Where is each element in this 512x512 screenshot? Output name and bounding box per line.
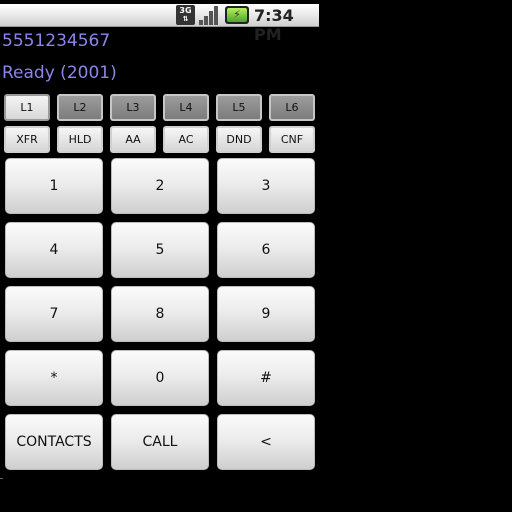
key-4[interactable]: 4 bbox=[5, 222, 103, 278]
line-button-l5[interactable]: L5 bbox=[216, 94, 262, 121]
ac-button[interactable]: AC bbox=[163, 126, 209, 153]
auto-answer-button[interactable]: AA bbox=[110, 126, 156, 153]
key-star[interactable]: * bbox=[5, 350, 103, 406]
data-activity-arrows: ⇅ bbox=[182, 15, 189, 23]
key-0[interactable]: 0 bbox=[111, 350, 209, 406]
line-button-l4[interactable]: L4 bbox=[163, 94, 209, 121]
line-button-l1[interactable]: L1 bbox=[4, 94, 50, 121]
key-9[interactable]: 9 bbox=[217, 286, 315, 342]
key-5[interactable]: 5 bbox=[111, 222, 209, 278]
key-hash[interactable]: # bbox=[217, 350, 315, 406]
clock: 7:34 PM bbox=[254, 6, 294, 44]
battery-bolt: ⚡ bbox=[227, 8, 247, 22]
do-not-disturb-button[interactable]: DND bbox=[216, 126, 262, 153]
dialed-number-display: 5551234567 bbox=[2, 31, 111, 51]
key-8[interactable]: 8 bbox=[111, 286, 209, 342]
sip-phone-app: 3G ⇅ ⚡ 7:34 PM 5551234567 Ready (2001) L… bbox=[0, 0, 320, 512]
signal-strength-icon bbox=[199, 6, 218, 25]
key-2[interactable]: 2 bbox=[111, 158, 209, 214]
key-3[interactable]: 3 bbox=[217, 158, 315, 214]
hold-button[interactable]: HLD bbox=[57, 126, 103, 153]
conference-button[interactable]: CNF bbox=[269, 126, 315, 153]
contacts-button[interactable]: CONTACTS bbox=[5, 414, 103, 470]
registration-status: Ready (2001) bbox=[2, 63, 117, 83]
divider bbox=[0, 478, 3, 479]
line-button-l6[interactable]: L6 bbox=[269, 94, 315, 121]
status-bar: 3G ⇅ ⚡ 7:34 PM bbox=[0, 4, 319, 44]
network-label: 3G bbox=[179, 6, 192, 15]
transfer-button[interactable]: XFR bbox=[4, 126, 50, 153]
call-button[interactable]: CALL bbox=[111, 414, 209, 470]
line-button-l2[interactable]: L2 bbox=[57, 94, 103, 121]
key-7[interactable]: 7 bbox=[5, 286, 103, 342]
backspace-button[interactable]: < bbox=[217, 414, 315, 470]
battery-charging-icon: ⚡ bbox=[225, 6, 249, 24]
line-button-l3[interactable]: L3 bbox=[110, 94, 156, 121]
key-1[interactable]: 1 bbox=[5, 158, 103, 214]
key-6[interactable]: 6 bbox=[217, 222, 315, 278]
network-3g-icon: 3G ⇅ bbox=[176, 5, 195, 25]
